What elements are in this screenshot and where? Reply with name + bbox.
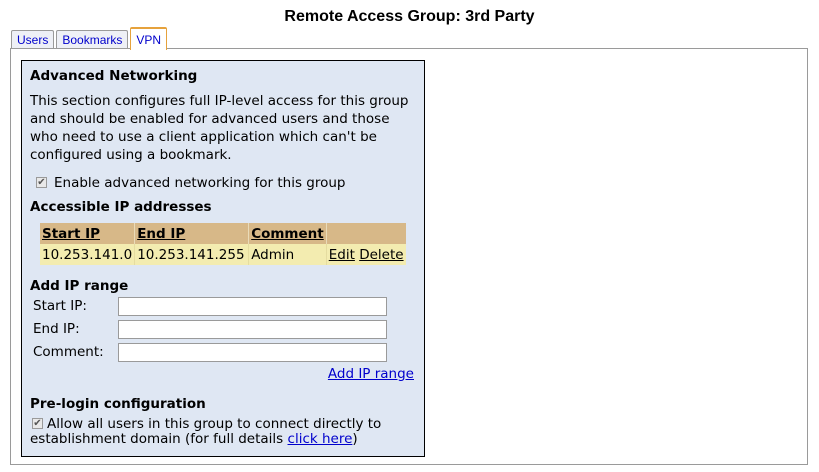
column-header-end-ip[interactable]: End IP <box>134 223 250 244</box>
cell-actions: Edit Delete <box>326 244 406 265</box>
column-header-actions <box>326 223 406 244</box>
tab-vpn[interactable]: VPN <box>130 27 168 50</box>
accessible-ip-table: Start IP End IP Comment 10.253.141.0 10.… <box>40 223 406 265</box>
allow-direct-connect-label-end: ) <box>352 431 358 447</box>
comment-label: Comment: <box>33 344 104 360</box>
add-ip-range-link[interactable]: Add IP range <box>328 366 414 382</box>
cell-comment: Admin <box>248 244 327 265</box>
end-ip-input[interactable] <box>118 320 387 339</box>
enable-advanced-networking-label: Enable advanced networking for this grou… <box>54 175 346 191</box>
start-ip-label: Start IP: <box>33 298 87 314</box>
column-header-start-ip[interactable]: Start IP <box>40 223 136 244</box>
end-ip-label: End IP: <box>33 321 80 337</box>
vpn-panel: Advanced Networking This section configu… <box>21 60 425 457</box>
enable-advanced-networking-checkbox[interactable]: ✔ <box>36 177 47 188</box>
click-here-link[interactable]: click here <box>288 431 353 447</box>
advanced-networking-description: This section configures full IP-level ac… <box>30 93 409 163</box>
delete-link[interactable]: Delete <box>359 247 403 263</box>
tab-bar: Users Bookmarks VPN <box>11 27 169 50</box>
accessible-ip-heading: Accessible IP addresses <box>30 199 212 215</box>
table-row: 10.253.141.0 10.253.141.255 Admin Edit D… <box>40 244 406 265</box>
checkmark-icon: ✔ <box>33 418 42 429</box>
cell-start-ip: 10.253.141.0 <box>40 244 136 265</box>
page-title: Remote Access Group: 3rd Party <box>284 8 535 25</box>
add-ip-range-heading: Add IP range <box>30 278 129 294</box>
edit-link[interactable]: Edit <box>329 247 355 263</box>
checkmark-icon: ✔ <box>37 177 46 188</box>
allow-direct-connect-label-line2: establishment domain (for full details c… <box>30 430 358 448</box>
allow-direct-connect-label-text: establishment domain (for full details <box>30 431 288 447</box>
allow-direct-connect-checkbox[interactable]: ✔ <box>32 418 43 429</box>
start-ip-input[interactable] <box>118 297 387 316</box>
comment-input[interactable] <box>118 343 387 362</box>
pre-login-heading: Pre-login configuration <box>30 396 206 412</box>
cell-end-ip: 10.253.141.255 <box>134 244 250 265</box>
advanced-networking-heading: Advanced Networking <box>30 68 198 84</box>
column-header-comment[interactable]: Comment <box>248 223 327 244</box>
tab-users[interactable]: Users <box>11 30 55 49</box>
table-header-row: Start IP End IP Comment <box>40 223 406 244</box>
tab-bookmarks[interactable]: Bookmarks <box>56 30 129 49</box>
